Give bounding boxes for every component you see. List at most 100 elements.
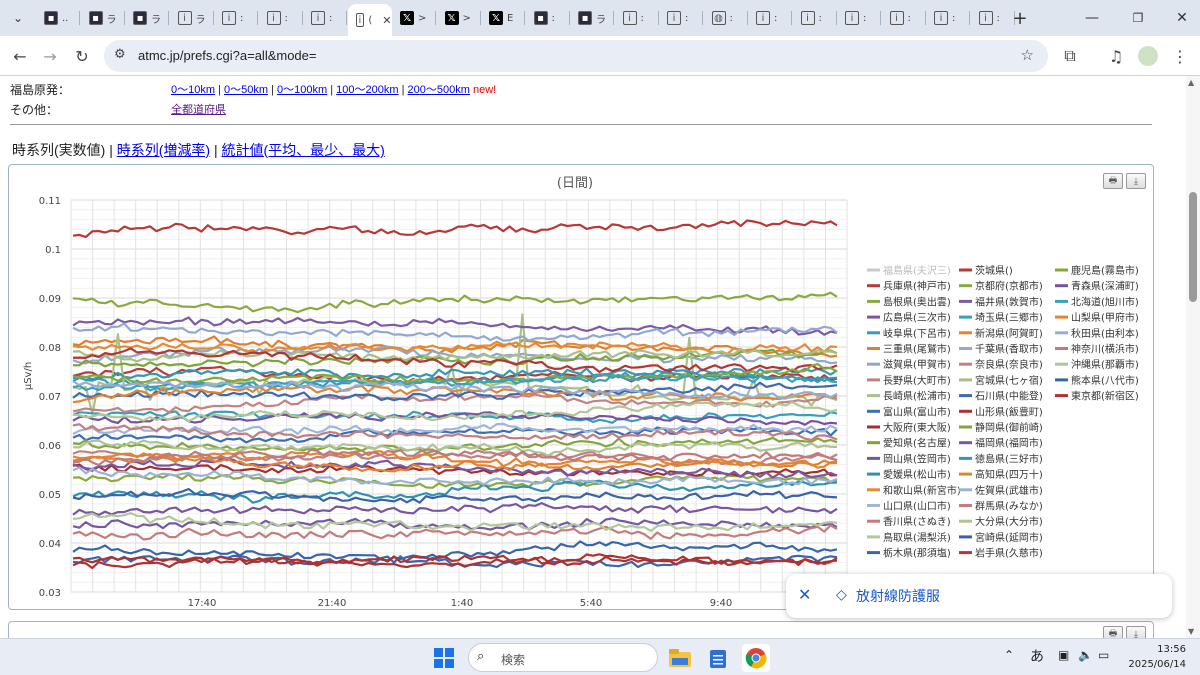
- tab-label: :: [952, 12, 956, 24]
- tab-label: :: [284, 12, 288, 24]
- legend-item: 和歌山県(新宮市): [883, 484, 961, 497]
- range-link-1[interactable]: 0〜50km: [224, 84, 268, 96]
- suggestion-toast[interactable]: ✕ ◇ 放射線防護服: [786, 574, 1172, 618]
- series-line: [72, 291, 838, 314]
- tab-19[interactable]: i:: [882, 6, 926, 30]
- tab-18[interactable]: i:: [837, 6, 881, 30]
- tab-0[interactable]: ▪..: [36, 6, 80, 30]
- circle-info-icon: i: [355, 13, 365, 27]
- file-explorer-button[interactable]: [666, 644, 694, 672]
- tab-12[interactable]: ▪ ラ: [570, 6, 614, 30]
- mode-current: 時系列(実数値): [12, 142, 106, 158]
- legend-item: 栃木県(那須塩): [883, 547, 951, 560]
- scroll-thumb[interactable]: [1189, 192, 1197, 302]
- legend-item: 宮崎県(延岡市): [975, 531, 1043, 544]
- page-scrollbar[interactable]: ▲ ▼: [1186, 76, 1200, 638]
- network-icon[interactable]: ▣: [1058, 648, 1069, 662]
- tab-7[interactable]: i(✕: [347, 4, 392, 36]
- range-link-3[interactable]: 100〜200km: [336, 84, 398, 96]
- volume-icon[interactable]: 🔈: [1078, 648, 1093, 662]
- toast-text[interactable]: 放射線防護服: [856, 586, 940, 606]
- download-button-2[interactable]: ⤓: [1126, 626, 1146, 638]
- new-tab-button[interactable]: +: [1010, 6, 1030, 30]
- folder-icon: [669, 649, 691, 667]
- legend-item: 秋田県(由利本): [1071, 327, 1139, 340]
- range-links: 0〜10km | 0〜50km | 0〜100km | 100〜200km | …: [171, 84, 497, 96]
- tray-chevron-icon[interactable]: ⌃: [1004, 648, 1014, 662]
- start-button[interactable]: [430, 644, 458, 672]
- circle-info-icon: i: [622, 11, 637, 25]
- close-icon[interactable]: ✕: [798, 585, 811, 605]
- tab-13[interactable]: i:: [615, 6, 659, 30]
- clock[interactable]: 13:56 2025/06/14: [1128, 642, 1186, 672]
- range-link-2[interactable]: 0〜100km: [277, 84, 327, 96]
- legend-item: 神奈川(横浜市): [1071, 343, 1139, 356]
- tab-9[interactable]: 𝕏 >: [437, 6, 481, 30]
- tab-label: :: [551, 12, 555, 24]
- all-prefectures-link[interactable]: 全都道府県: [171, 104, 226, 116]
- tab-11[interactable]: ▪:: [526, 6, 570, 30]
- range-link-4[interactable]: 200〜500km: [408, 84, 470, 96]
- mode-stats-link[interactable]: 統計値(平均、最少、最大): [222, 142, 385, 158]
- y-tick-label: 0.1: [45, 245, 61, 256]
- url-text[interactable]: atmc.jp/prefs.cgi?a=all&mode=: [138, 48, 316, 63]
- restore-button[interactable]: ❐: [1128, 6, 1148, 30]
- tab-6[interactable]: i:: [303, 6, 347, 30]
- battery-icon[interactable]: ▭: [1098, 648, 1109, 662]
- tab-label: :: [329, 12, 333, 24]
- back-button[interactable]: ←: [8, 44, 32, 68]
- notepad-button[interactable]: [704, 644, 732, 672]
- tab-10[interactable]: 𝕏E: [481, 6, 525, 30]
- chrome-button[interactable]: [742, 644, 770, 672]
- ime-indicator[interactable]: あ: [1030, 646, 1044, 666]
- extensions-button[interactable]: ⧉: [1058, 44, 1082, 68]
- legend-item: 東京都(新宿区): [1071, 390, 1139, 403]
- legend-item: 宮城県(七ヶ宿): [975, 374, 1043, 387]
- address-bar[interactable]: ⚙ atmc.jp/prefs.cgi?a=all&mode= ☆: [104, 40, 1048, 72]
- circle-info-icon: i: [934, 11, 948, 25]
- menu-button[interactable]: ⋮: [1168, 44, 1192, 68]
- tab-1[interactable]: ▪ ラ: [81, 6, 125, 30]
- forward-button[interactable]: →: [38, 44, 62, 68]
- tab-14[interactable]: i:: [659, 6, 703, 30]
- tab-label: :: [774, 12, 778, 24]
- tab-label: ラ: [106, 14, 117, 26]
- close-icon: ✕: [1176, 10, 1188, 26]
- bookmark-star-icon[interactable]: ☆: [1021, 46, 1034, 64]
- scroll-up-icon[interactable]: ▲: [1188, 78, 1194, 87]
- tab-16[interactable]: i:: [748, 6, 792, 30]
- chrome-icon: [745, 648, 767, 669]
- tab-search-button[interactable]: ⌄: [8, 6, 28, 30]
- tab-label: ラ: [195, 14, 206, 26]
- print-button-2[interactable]: 🖶: [1103, 626, 1123, 638]
- minimize-button[interactable]: —: [1082, 6, 1102, 30]
- legend-item: 青森県(深浦町): [1071, 280, 1139, 293]
- tab-20[interactable]: i:: [926, 6, 970, 30]
- media-button[interactable]: ♫: [1104, 44, 1128, 68]
- site-info-icon[interactable]: ⚙: [114, 47, 126, 62]
- tab-21[interactable]: i:: [971, 6, 1015, 30]
- scroll-down-icon[interactable]: ▼: [1188, 627, 1194, 636]
- range-link-0[interactable]: 0〜10km: [171, 84, 215, 96]
- chart-title: (日間): [557, 176, 593, 191]
- reload-button[interactable]: ↻: [70, 44, 94, 68]
- tab-label: E: [507, 12, 514, 24]
- taskbar-search[interactable]: ⌕ 検索: [468, 643, 658, 672]
- tab-4[interactable]: i:: [214, 6, 258, 30]
- y-tick-label: 0.04: [39, 539, 61, 550]
- tab-2[interactable]: ▪ ラ: [125, 6, 169, 30]
- tab-15[interactable]: ◍:: [704, 6, 748, 30]
- profile-button[interactable]: [1136, 44, 1160, 68]
- tab-3[interactable]: iラ: [170, 6, 214, 30]
- tab-close-icon[interactable]: ✕: [382, 14, 391, 27]
- tab-8[interactable]: 𝕏 >: [392, 6, 436, 30]
- circle-info-icon: i: [889, 11, 904, 25]
- legend-item: 愛媛県(松山市): [883, 468, 951, 481]
- tab-17[interactable]: i:: [793, 6, 837, 30]
- mode-rate-link[interactable]: 時系列(増減率): [117, 142, 210, 158]
- close-window-button[interactable]: ✕: [1172, 6, 1192, 30]
- tab-label: :: [640, 12, 644, 24]
- legend-item: 大分県(大分市): [975, 515, 1043, 528]
- tab-5[interactable]: i:: [259, 6, 303, 30]
- x-logo-icon: 𝕏: [400, 11, 414, 25]
